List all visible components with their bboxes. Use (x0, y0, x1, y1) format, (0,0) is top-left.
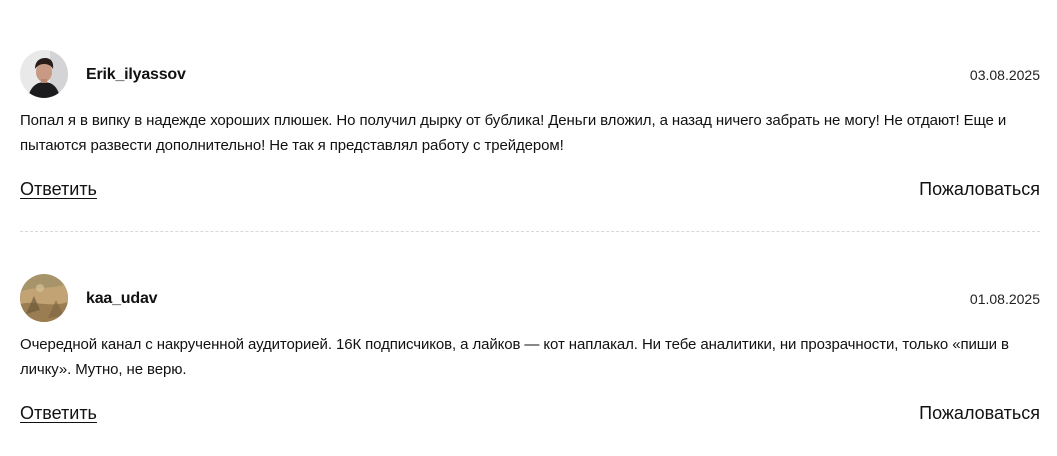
comment-author[interactable]: kaa_udav (86, 290, 158, 308)
comment-text: Очередной канал с накрученной аудиторией… (20, 336, 1009, 378)
avatar[interactable] (20, 50, 68, 98)
comments-list: Erik_ilyassov 03.08.2025 Попал я в випку… (0, 0, 1057, 456)
report-link[interactable]: Пожаловаться (919, 403, 1040, 424)
comment-text: Попал я в випку в надежде хороших плюшек… (20, 112, 1007, 154)
comment-date: 03.08.2025 (969, 67, 1040, 83)
landscape-photo-icon (20, 274, 68, 322)
report-link[interactable]: Пожаловаться (919, 179, 1040, 200)
comment-author[interactable]: Erik_ilyassov (86, 66, 186, 84)
comment-divider (20, 231, 1040, 232)
comment-header: kaa_udav 01.08.2025 (20, 274, 1040, 322)
comment-actions: Ответить Пожаловаться (20, 179, 1040, 209)
comment-item: Erik_ilyassov 03.08.2025 Попал я в випку… (20, 50, 1040, 232)
reply-link[interactable]: Ответить (20, 179, 97, 200)
comment-date: 01.08.2025 (969, 291, 1040, 307)
user-photo-icon (20, 50, 68, 98)
avatar[interactable] (20, 274, 68, 322)
reply-link[interactable]: Ответить (20, 403, 97, 424)
comment-item: kaa_udav 01.08.2025 Очередной канал с на… (20, 274, 1040, 433)
comment-header: Erik_ilyassov 03.08.2025 (20, 50, 1040, 98)
comment-actions: Ответить Пожаловаться (20, 403, 1040, 433)
